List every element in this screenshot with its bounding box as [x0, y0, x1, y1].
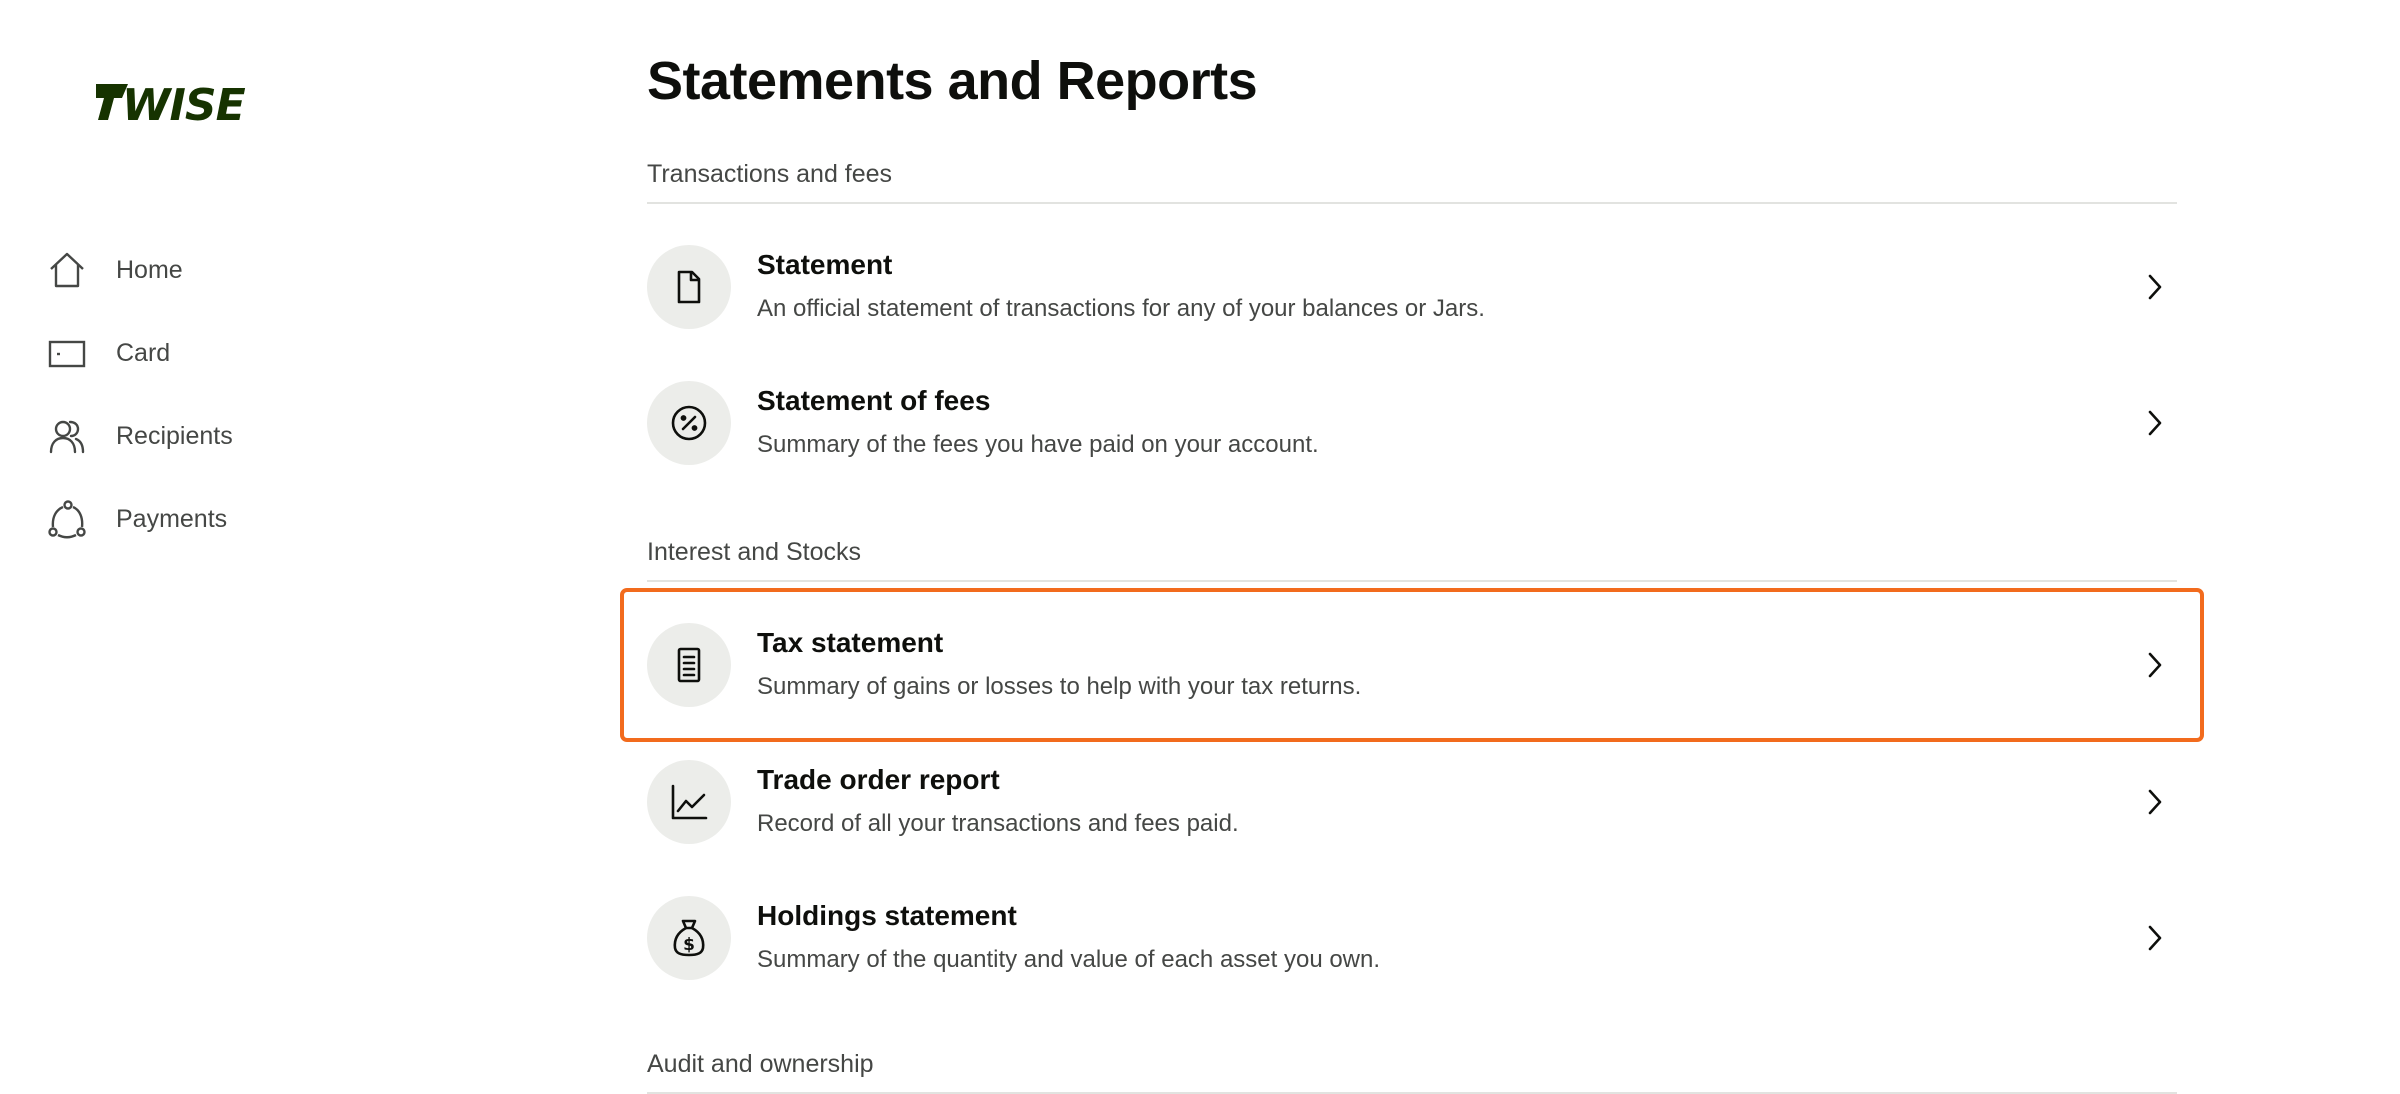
section-header-transactions: Transactions and fees [647, 154, 2177, 204]
report-item-content: Statement of fees Summary of the fees yo… [647, 355, 2177, 491]
report-item-title: Statement [757, 249, 893, 280]
report-item-trade-order-report[interactable]: Trade order report Record of all your tr… [647, 734, 2177, 870]
sidebar: WISE Home Card Recipients Payments [0, 0, 600, 1094]
report-item-statement[interactable]: Statement An official statement of trans… [647, 219, 2177, 355]
report-item-title: Statement of fees [757, 385, 991, 416]
payments-icon [46, 498, 88, 540]
percent-icon [647, 381, 731, 465]
section-header-interest-stocks: Interest and Stocks [647, 532, 2177, 582]
section-header-audit-ownership: Audit and ownership [647, 1044, 2177, 1094]
chevron-right-icon [2137, 784, 2173, 820]
chevron-right-icon [2137, 920, 2173, 956]
recipients-icon [46, 415, 88, 457]
receipt-icon [647, 623, 731, 707]
sidebar-item-label: Home [116, 255, 183, 284]
section-header-label: Transactions and fees [647, 160, 893, 188]
chevron-right-icon [2137, 405, 2173, 441]
section-header-label: Audit and ownership [647, 1050, 874, 1078]
sidebar-item-card[interactable]: Card [46, 327, 170, 379]
report-item-description: An official statement of transactions fo… [757, 295, 1485, 322]
page-title: Statements and Reports [647, 51, 1258, 111]
sidebar-item-recipients[interactable]: Recipients [46, 410, 233, 462]
wise-logo-text: WISE [122, 80, 246, 131]
svg-text:$: $ [683, 935, 695, 955]
card-icon [46, 332, 88, 374]
money-bag-icon: $ [647, 896, 731, 980]
report-item-content: Tax statement Summary of gains or losses… [647, 597, 2177, 733]
wise-logo[interactable]: WISE [94, 78, 280, 132]
section-header-label: Interest and Stocks [647, 538, 862, 566]
report-item-title: Tax statement [757, 627, 944, 658]
report-item-content: Trade order report Record of all your tr… [647, 734, 2177, 870]
report-item-title: Holdings statement [757, 900, 1017, 931]
report-item-title: Trade order report [757, 764, 1000, 795]
sidebar-item-label: Card [116, 338, 171, 367]
sidebar-item-label: Recipients [116, 421, 233, 450]
report-item-content: $ Holdings statement Summary of the quan… [647, 870, 2177, 1006]
chevron-right-icon [2137, 269, 2173, 305]
report-item-holdings-statement[interactable]: $ Holdings statement Summary of the quan… [647, 870, 2177, 1006]
document-icon [647, 245, 731, 329]
sidebar-item-payments[interactable]: Payments [46, 493, 227, 545]
report-item-description: Summary of the quantity and value of eac… [757, 946, 1381, 973]
report-item-statement-of-fees[interactable]: Statement of fees Summary of the fees yo… [647, 355, 2177, 491]
report-item-content: Statement An official statement of trans… [647, 219, 2177, 355]
line-chart-icon [647, 760, 731, 844]
chevron-right-icon [2137, 647, 2173, 683]
report-item-description: Summary of the fees you have paid on you… [757, 431, 1319, 458]
home-icon [46, 249, 88, 291]
report-item-tax-statement[interactable]: Tax statement Summary of gains or losses… [620, 588, 2204, 742]
sidebar-item-label: Payments [116, 504, 228, 533]
sidebar-item-home[interactable]: Home [46, 244, 183, 296]
wise-logo-icon: WISE [96, 80, 247, 131]
report-item-description: Summary of gains or losses to help with … [757, 673, 1362, 700]
report-item-description: Record of all your transactions and fees… [757, 810, 1239, 837]
